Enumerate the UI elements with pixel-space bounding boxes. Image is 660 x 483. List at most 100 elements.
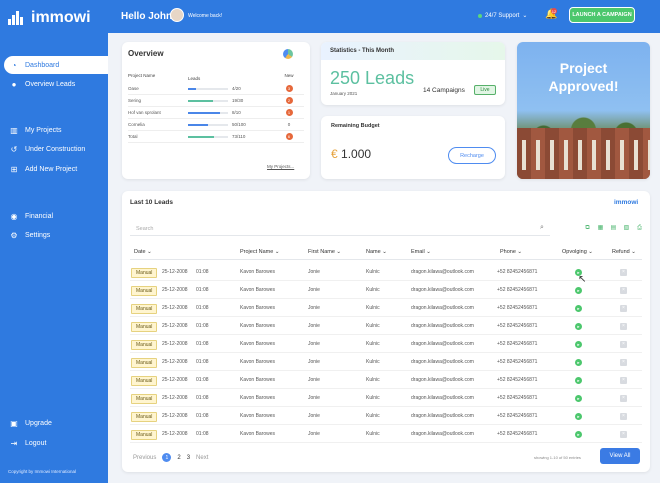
first-name-cell: Jonie xyxy=(308,377,320,383)
header-email[interactable]: Email ⌄ xyxy=(411,249,431,255)
refund-icon[interactable]: × xyxy=(620,305,627,312)
date-cell: 25-12-2008 xyxy=(162,359,188,365)
table-row[interactable]: Manual 25-12-2008 01:08 Kavon Barowes Jo… xyxy=(130,425,642,443)
sidebar-item-settings[interactable]: ⚙ Settings xyxy=(4,226,108,244)
refund-icon[interactable]: × xyxy=(620,269,627,276)
sidebar-item-add-new-project[interactable]: ⊞ Add New Project xyxy=(4,160,108,178)
support-dropdown[interactable]: 24/7 Support ⌄ xyxy=(478,12,527,19)
header-project-name[interactable]: Project Name ⌄ xyxy=(240,249,279,255)
follow-up-icon[interactable]: ▸ xyxy=(575,341,582,348)
follow-up-icon[interactable]: ▸ xyxy=(575,359,582,366)
page-3[interactable]: 3 xyxy=(187,455,190,461)
table-row[interactable]: Manual 25-12-2008 01:08 Kavon Barowes Jo… xyxy=(130,353,642,371)
header-label: Date xyxy=(134,249,146,255)
house-windows xyxy=(517,140,650,170)
table-row[interactable]: Manual 25-12-2008 01:08 Kavon Barowes Jo… xyxy=(130,299,642,317)
project-approved-banner[interactable]: Project Approved! xyxy=(517,42,650,179)
refund-icon[interactable]: × xyxy=(620,359,627,366)
sidebar-item-under-construction[interactable]: ↺ Under Construction xyxy=(4,140,108,158)
sidebar-item-overview-leads[interactable]: ● Overview Leads xyxy=(4,75,108,93)
table-row[interactable]: Manual 25-12-2008 01:08 Kavon Barowes Jo… xyxy=(130,263,642,281)
refund-icon[interactable]: × xyxy=(620,323,627,330)
header-label: Project Name xyxy=(240,249,274,255)
excel-icon[interactable]: ▦ xyxy=(597,225,604,232)
table-row[interactable]: Manual 25-12-2008 01:08 Kavon Barowes Jo… xyxy=(130,389,642,407)
sidebar-item-dashboard[interactable]: ◔ Dashboard xyxy=(4,56,108,74)
refund-icon[interactable]: × xyxy=(620,341,627,348)
refund-icon[interactable]: × xyxy=(620,413,627,420)
copy-icon[interactable]: ⧉ xyxy=(584,225,591,232)
follow-up-icon[interactable]: ▸ xyxy=(575,377,582,384)
sidebar-item-financial[interactable]: ◉ Financial xyxy=(4,207,108,225)
launch-campaign-button[interactable]: LAUNCH A CAMPAIGN xyxy=(569,7,635,23)
overview-row[interactable]: Oase 4/20 3 xyxy=(128,83,304,95)
avatar[interactable] xyxy=(170,8,184,22)
time-cell: 01:08 xyxy=(196,395,209,401)
next-page[interactable]: Next xyxy=(196,455,208,461)
header-name[interactable]: Name ⌄ xyxy=(366,249,387,255)
recharge-button[interactable]: Recharge xyxy=(448,147,496,164)
overview-title: Overview xyxy=(128,49,164,58)
follow-up-icon[interactable]: ▸ xyxy=(575,323,582,330)
email-cell: dragon.kilawa@outlook.com xyxy=(411,431,474,437)
table-row[interactable]: Manual 25-12-2008 01:08 Kavon Barowes Jo… xyxy=(130,371,642,389)
immowi-logo[interactable]: immowi xyxy=(8,9,91,27)
date-cell: 25-12-2008 xyxy=(162,269,188,275)
leads-progress: 50/100 xyxy=(188,122,274,127)
progress-fill xyxy=(188,111,220,114)
follow-up-icon[interactable]: ▸ xyxy=(575,431,582,438)
print-icon[interactable]: ⎙ xyxy=(636,225,643,232)
name-cell: Kulnic xyxy=(366,395,380,401)
email-cell: dragon.kilawa@outlook.com xyxy=(411,341,474,347)
immowi-small-logo: immowi xyxy=(614,199,639,206)
header-date[interactable]: Date ⌄ xyxy=(134,249,152,255)
overview-table: Project Name Leads New Oase 4/20 3 Sering… xyxy=(128,73,304,143)
refund-icon[interactable]: × xyxy=(620,431,627,438)
follow-up-icon[interactable]: ▸ xyxy=(575,413,582,420)
time-cell: 01:08 xyxy=(196,377,209,383)
header-refund[interactable]: Refund ⌄ xyxy=(612,249,636,255)
refund-icon[interactable]: × xyxy=(620,395,627,402)
sidebar-item-upgrade[interactable]: ▣ Upgrade xyxy=(4,414,108,432)
pdf-icon[interactable]: ▧ xyxy=(623,225,630,232)
follow-up-icon[interactable]: ▸ xyxy=(575,395,582,402)
date-cell: 25-12-2008 xyxy=(162,341,188,347)
header-phone[interactable]: Phone ⌄ xyxy=(500,249,522,255)
project-cell: Kavon Barowes xyxy=(240,305,276,311)
previous-page[interactable]: Previous xyxy=(133,455,156,461)
phone-cell: +52 82452456871 xyxy=(497,323,538,329)
overview-row[interactable]: Cornelia 50/100 0 xyxy=(128,119,304,131)
refund-icon[interactable]: × xyxy=(620,287,627,294)
table-row[interactable]: Manual 25-12-2008 01:08 Kavon Barowes Jo… xyxy=(130,281,642,299)
refund-icon[interactable]: × xyxy=(620,377,627,384)
name-cell: Kulnic xyxy=(366,377,380,383)
overview-row[interactable]: Hof van sprolant 8/10 1 xyxy=(128,107,304,119)
my-projects-link[interactable]: My Projects... xyxy=(267,164,294,169)
table-row[interactable]: Manual 25-12-2008 01:08 Kavon Barowes Jo… xyxy=(130,407,642,425)
header-first-name[interactable]: First Name ⌄ xyxy=(308,249,341,255)
phone-cell: +52 82452456871 xyxy=(497,431,538,437)
follow-up-icon[interactable]: ▸ xyxy=(575,287,582,294)
building-icon: ▥ xyxy=(10,125,18,135)
header-opvolging[interactable]: Opvolging ⌄ xyxy=(562,249,593,255)
email-cell: dragon.kilawa@outlook.com xyxy=(411,395,474,401)
project-name: Sering xyxy=(128,98,142,103)
table-row[interactable]: Manual 25-12-2008 01:08 Kavon Barowes Jo… xyxy=(130,317,642,335)
first-name-cell: Jonie xyxy=(308,305,320,311)
search-input[interactable]: Search xyxy=(130,222,550,236)
csv-icon[interactable]: ▤ xyxy=(610,225,617,232)
user-icon: ● xyxy=(11,79,17,89)
page-2[interactable]: 2 xyxy=(177,455,180,461)
overview-row[interactable]: Total 73/110 6 xyxy=(128,131,304,143)
first-name-cell: Jonie xyxy=(308,359,320,365)
follow-up-icon[interactable]: ▸ xyxy=(575,305,582,312)
search-icon[interactable]: ⌕ xyxy=(540,224,544,232)
table-row[interactable]: Manual 25-12-2008 01:08 Kavon Barowes Jo… xyxy=(130,335,642,353)
view-all-button[interactable]: View All xyxy=(600,448,640,464)
project-cell: Kavon Barowes xyxy=(240,413,276,419)
overview-row[interactable]: Sering 19/30 2 xyxy=(128,95,304,107)
last-leads-card: Last 10 Leads immowi Search ⌕ ⧉ ▦ ▤ ▧ ⎙ … xyxy=(122,191,650,472)
page-1[interactable]: 1 xyxy=(162,453,172,462)
sidebar-item-my-projects[interactable]: ▥ My Projects xyxy=(4,121,108,139)
sidebar-item-logout[interactable]: ⇥ Logout xyxy=(4,434,108,452)
